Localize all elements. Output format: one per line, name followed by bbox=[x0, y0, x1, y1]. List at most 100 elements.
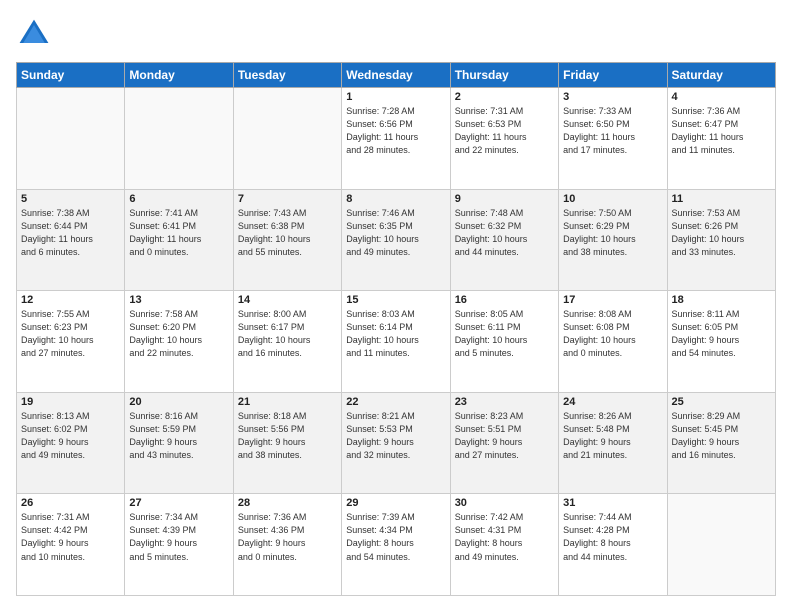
day-number: 25 bbox=[672, 396, 771, 408]
day-number: 27 bbox=[129, 497, 228, 509]
logo-icon bbox=[16, 16, 52, 52]
page: SundayMondayTuesdayWednesdayThursdayFrid… bbox=[0, 0, 792, 612]
day-cell: 30 Sunrise: 7:42 AM Sunset: 4:31 PM Dayli… bbox=[450, 494, 558, 596]
day-number: 20 bbox=[129, 396, 228, 408]
weekday-header-friday: Friday bbox=[559, 63, 667, 88]
day-number: 9 bbox=[455, 193, 554, 205]
day-number: 11 bbox=[672, 193, 771, 205]
day-cell: 4Sunrise: 7:36 AM Sunset: 6:47 PM Daylig… bbox=[667, 88, 775, 190]
day-info: Sunrise: 7:33 AM Sunset: 6:50 PM Dayligh… bbox=[563, 105, 662, 157]
day-info: Sunrise: 7:44 AM Sunset: 4:28 PM Dayligh… bbox=[563, 511, 662, 563]
day-info: Sunrise: 7:39 AM Sunset: 4:34 PM Dayligh… bbox=[346, 511, 445, 563]
day-info: Sunrise: 7:38 AM Sunset: 6:44 PM Dayligh… bbox=[21, 207, 120, 259]
day-number: 1 bbox=[346, 91, 445, 103]
day-info: Sunrise: 8:13 AM Sunset: 6:02 PM Dayligh… bbox=[21, 410, 120, 462]
day-cell: 15 Sunrise: 8:03 AM Sunset: 6:14 PM Dayli… bbox=[342, 291, 450, 393]
calendar-table: SundayMondayTuesdayWednesdayThursdayFrid… bbox=[16, 62, 776, 596]
header bbox=[16, 16, 776, 52]
day-number: 10 bbox=[563, 193, 662, 205]
day-number: 16 bbox=[455, 294, 554, 306]
day-cell bbox=[125, 88, 233, 190]
day-number: 15 bbox=[346, 294, 445, 306]
day-info: Sunrise: 7:28 AM Sunset: 6:56 PM Dayligh… bbox=[346, 105, 445, 157]
weekday-header-row: SundayMondayTuesdayWednesdayThursdayFrid… bbox=[17, 63, 776, 88]
day-cell: 31 Sunrise: 7:44 AM Sunset: 4:28 PM Dayli… bbox=[559, 494, 667, 596]
week-row-1: 1 Sunrise: 7:28 AM Sunset: 6:56 PM Daylig… bbox=[17, 88, 776, 190]
day-number: 8 bbox=[346, 193, 445, 205]
day-info: Sunrise: 7:58 AM Sunset: 6:20 PM Dayligh… bbox=[129, 308, 228, 360]
week-row-3: 12 Sunrise: 7:55 AM Sunset: 6:23 PM Dayli… bbox=[17, 291, 776, 393]
day-cell: 5Sunrise: 7:38 AM Sunset: 6:44 PM Daylig… bbox=[17, 189, 125, 291]
day-cell: 2 Sunrise: 7:31 AM Sunset: 6:53 PM Daylig… bbox=[450, 88, 558, 190]
day-cell: 18 Sunrise: 8:11 AM Sunset: 6:05 PM Dayli… bbox=[667, 291, 775, 393]
day-cell: 8Sunrise: 7:46 AM Sunset: 6:35 PM Daylig… bbox=[342, 189, 450, 291]
day-cell: 26 Sunrise: 7:31 AM Sunset: 4:42 PM Dayli… bbox=[17, 494, 125, 596]
day-cell: 19 Sunrise: 8:13 AM Sunset: 6:02 PM Dayli… bbox=[17, 392, 125, 494]
day-info: Sunrise: 7:31 AM Sunset: 6:53 PM Dayligh… bbox=[455, 105, 554, 157]
day-info: Sunrise: 7:36 AM Sunset: 6:47 PM Dayligh… bbox=[672, 105, 771, 157]
day-number: 7 bbox=[238, 193, 337, 205]
logo bbox=[16, 16, 56, 52]
day-number: 30 bbox=[455, 497, 554, 509]
day-number: 12 bbox=[21, 294, 120, 306]
day-number: 24 bbox=[563, 396, 662, 408]
day-number: 2 bbox=[455, 91, 554, 103]
day-info: Sunrise: 8:03 AM Sunset: 6:14 PM Dayligh… bbox=[346, 308, 445, 360]
day-cell: 1 Sunrise: 7:28 AM Sunset: 6:56 PM Daylig… bbox=[342, 88, 450, 190]
day-cell: 12 Sunrise: 7:55 AM Sunset: 6:23 PM Dayli… bbox=[17, 291, 125, 393]
week-row-2: 5Sunrise: 7:38 AM Sunset: 6:44 PM Daylig… bbox=[17, 189, 776, 291]
day-info: Sunrise: 7:36 AM Sunset: 4:36 PM Dayligh… bbox=[238, 511, 337, 563]
day-info: Sunrise: 8:26 AM Sunset: 5:48 PM Dayligh… bbox=[563, 410, 662, 462]
day-cell: 3 Sunrise: 7:33 AM Sunset: 6:50 PM Daylig… bbox=[559, 88, 667, 190]
weekday-header-monday: Monday bbox=[125, 63, 233, 88]
day-cell: 17 Sunrise: 8:08 AM Sunset: 6:08 PM Dayli… bbox=[559, 291, 667, 393]
day-cell: 10 Sunrise: 7:50 AM Sunset: 6:29 PM Dayli… bbox=[559, 189, 667, 291]
day-info: Sunrise: 7:48 AM Sunset: 6:32 PM Dayligh… bbox=[455, 207, 554, 259]
day-cell: 29 Sunrise: 7:39 AM Sunset: 4:34 PM Dayli… bbox=[342, 494, 450, 596]
day-info: Sunrise: 8:11 AM Sunset: 6:05 PM Dayligh… bbox=[672, 308, 771, 360]
day-info: Sunrise: 8:18 AM Sunset: 5:56 PM Dayligh… bbox=[238, 410, 337, 462]
day-info: Sunrise: 8:21 AM Sunset: 5:53 PM Dayligh… bbox=[346, 410, 445, 462]
day-cell: 11 Sunrise: 7:53 AM Sunset: 6:26 PM Dayli… bbox=[667, 189, 775, 291]
weekday-header-tuesday: Tuesday bbox=[233, 63, 341, 88]
day-cell: 28Sunrise: 7:36 AM Sunset: 4:36 PM Dayli… bbox=[233, 494, 341, 596]
day-number: 29 bbox=[346, 497, 445, 509]
day-cell: 14Sunrise: 8:00 AM Sunset: 6:17 PM Dayli… bbox=[233, 291, 341, 393]
day-cell bbox=[17, 88, 125, 190]
day-cell: 16 Sunrise: 8:05 AM Sunset: 6:11 PM Dayli… bbox=[450, 291, 558, 393]
day-info: Sunrise: 7:42 AM Sunset: 4:31 PM Dayligh… bbox=[455, 511, 554, 563]
day-info: Sunrise: 7:41 AM Sunset: 6:41 PM Dayligh… bbox=[129, 207, 228, 259]
day-info: Sunrise: 8:08 AM Sunset: 6:08 PM Dayligh… bbox=[563, 308, 662, 360]
day-cell: 6 Sunrise: 7:41 AM Sunset: 6:41 PM Daylig… bbox=[125, 189, 233, 291]
day-number: 31 bbox=[563, 497, 662, 509]
day-number: 18 bbox=[672, 294, 771, 306]
day-info: Sunrise: 7:53 AM Sunset: 6:26 PM Dayligh… bbox=[672, 207, 771, 259]
day-info: Sunrise: 8:00 AM Sunset: 6:17 PM Dayligh… bbox=[238, 308, 337, 360]
day-info: Sunrise: 7:34 AM Sunset: 4:39 PM Dayligh… bbox=[129, 511, 228, 563]
weekday-header-thursday: Thursday bbox=[450, 63, 558, 88]
day-info: Sunrise: 8:05 AM Sunset: 6:11 PM Dayligh… bbox=[455, 308, 554, 360]
day-cell: 24 Sunrise: 8:26 AM Sunset: 5:48 PM Dayli… bbox=[559, 392, 667, 494]
day-info: Sunrise: 7:31 AM Sunset: 4:42 PM Dayligh… bbox=[21, 511, 120, 563]
day-info: Sunrise: 7:55 AM Sunset: 6:23 PM Dayligh… bbox=[21, 308, 120, 360]
weekday-header-sunday: Sunday bbox=[17, 63, 125, 88]
day-info: Sunrise: 8:23 AM Sunset: 5:51 PM Dayligh… bbox=[455, 410, 554, 462]
day-cell: 7Sunrise: 7:43 AM Sunset: 6:38 PM Daylig… bbox=[233, 189, 341, 291]
day-info: Sunrise: 8:29 AM Sunset: 5:45 PM Dayligh… bbox=[672, 410, 771, 462]
day-number: 6 bbox=[129, 193, 228, 205]
day-info: Sunrise: 7:50 AM Sunset: 6:29 PM Dayligh… bbox=[563, 207, 662, 259]
week-row-4: 19 Sunrise: 8:13 AM Sunset: 6:02 PM Dayli… bbox=[17, 392, 776, 494]
day-cell: 22 Sunrise: 8:21 AM Sunset: 5:53 PM Dayli… bbox=[342, 392, 450, 494]
day-info: Sunrise: 8:16 AM Sunset: 5:59 PM Dayligh… bbox=[129, 410, 228, 462]
day-number: 26 bbox=[21, 497, 120, 509]
day-cell: 9 Sunrise: 7:48 AM Sunset: 6:32 PM Daylig… bbox=[450, 189, 558, 291]
day-number: 19 bbox=[21, 396, 120, 408]
day-cell bbox=[667, 494, 775, 596]
day-number: 17 bbox=[563, 294, 662, 306]
weekday-header-saturday: Saturday bbox=[667, 63, 775, 88]
day-number: 22 bbox=[346, 396, 445, 408]
day-cell: 27 Sunrise: 7:34 AM Sunset: 4:39 PM Dayli… bbox=[125, 494, 233, 596]
day-cell: 21Sunrise: 8:18 AM Sunset: 5:56 PM Dayli… bbox=[233, 392, 341, 494]
day-number: 3 bbox=[563, 91, 662, 103]
week-row-5: 26 Sunrise: 7:31 AM Sunset: 4:42 PM Dayli… bbox=[17, 494, 776, 596]
